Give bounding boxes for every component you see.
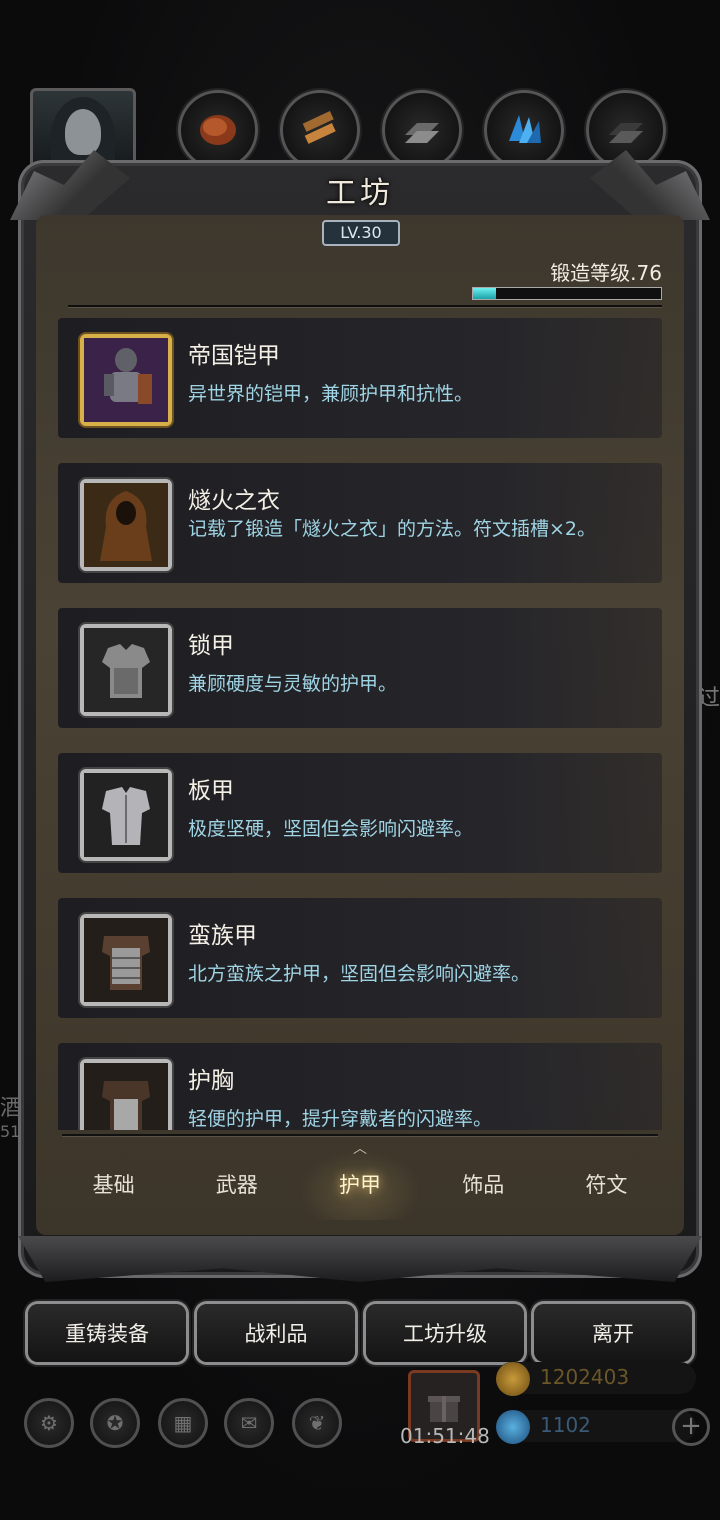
forge-level-label: 锻造等级.76 xyxy=(550,261,662,285)
face-shape xyxy=(65,109,101,155)
add-gems-button[interactable]: + xyxy=(672,1408,710,1446)
ember-robe-icon xyxy=(84,483,168,567)
category-tab-leather[interactable] xyxy=(178,90,258,170)
divider xyxy=(68,305,662,307)
loot-button[interactable]: 战利品 xyxy=(197,1304,355,1362)
item-icon-frame xyxy=(80,769,172,861)
gold-counter: 1202403 xyxy=(496,1362,696,1396)
list-item[interactable]: 板甲 极度坚硬，坚固但会影响闪避率。 xyxy=(58,753,662,873)
wing-icon[interactable]: ❦ xyxy=(292,1398,342,1448)
item-description: 记载了锻造「燧火之衣」的方法。符文插槽×2。 xyxy=(188,518,597,540)
chevron-up-icon: ︿ xyxy=(353,1141,367,1157)
item-name: 板甲 xyxy=(188,778,234,804)
forge-progress-bar xyxy=(472,287,662,300)
plate-armor-icon xyxy=(84,773,168,857)
level-badge: LV.30 xyxy=(322,220,400,246)
frame-ornament-bottom xyxy=(18,1236,702,1282)
item-name: 锁甲 xyxy=(188,633,234,659)
tab-rune[interactable]: 符文 xyxy=(545,1150,668,1220)
iron-ingot-icon xyxy=(405,123,439,143)
wood-planks-icon xyxy=(302,111,336,144)
item-icon-frame xyxy=(80,1059,172,1130)
item-name: 帝国铠甲 xyxy=(188,343,280,369)
leave-button[interactable]: 离开 xyxy=(534,1304,692,1362)
chain-mail-icon xyxy=(84,628,168,712)
list-item[interactable]: 锁甲 兼顾硬度与灵敏的护甲。 xyxy=(58,608,662,728)
tab-accessory[interactable]: 饰品 xyxy=(422,1150,545,1220)
tab-weapon[interactable]: 武器 xyxy=(175,1150,298,1220)
item-description: 异世界的铠甲，兼顾护甲和抗性。 xyxy=(188,383,474,405)
recipe-list[interactable]: 帝国铠甲 异世界的铠甲，兼顾护甲和抗性。 燧火之衣 记载了锻造「燧火之衣」的方法… xyxy=(58,318,662,1130)
page-title: 工坊 xyxy=(326,176,394,211)
workshop-upgrade-button[interactable]: 工坊升级 xyxy=(366,1304,524,1362)
item-description: 北方蛮族之护甲，坚固但会影响闪避率。 xyxy=(188,963,531,985)
gift-timer: 01:51:48 xyxy=(400,1424,490,1448)
reforge-button[interactable]: 重铸装备 xyxy=(28,1304,186,1362)
gem-counter: 1102 xyxy=(496,1410,696,1444)
dark-ingot-icon xyxy=(609,123,643,143)
list-item[interactable]: 蛮族甲 北方蛮族之护甲，坚固但会影响闪避率。 xyxy=(58,898,662,1018)
tavern-icon[interactable]: ▦ xyxy=(158,1398,208,1448)
forge-progress-fill xyxy=(473,288,496,299)
blue-crystal-icon xyxy=(509,115,541,143)
list-item[interactable]: 护胸 轻便的护甲，提升穿戴者的闪避率。 xyxy=(58,1043,662,1130)
item-description: 轻便的护甲，提升穿戴者的闪避率。 xyxy=(188,1108,493,1130)
item-icon-frame xyxy=(80,479,172,571)
item-icon-frame xyxy=(80,334,172,426)
list-item[interactable]: 燧火之衣 记载了锻造「燧火之衣」的方法。符文插槽×2。 xyxy=(58,463,662,583)
settings-icon[interactable]: ⚙ xyxy=(24,1398,74,1448)
equipment-tabs: 基础 武器 护甲 饰品 符文 xyxy=(52,1150,668,1220)
tab-armor[interactable]: 护甲 xyxy=(298,1150,422,1220)
category-tab-wood[interactable] xyxy=(280,90,360,170)
category-tab-crystal[interactable] xyxy=(484,90,564,170)
divider xyxy=(62,1134,658,1136)
list-item[interactable]: 帝国铠甲 异世界的铠甲，兼顾护甲和抗性。 xyxy=(58,318,662,438)
item-description: 极度坚硬，坚固但会影响闪避率。 xyxy=(188,818,474,840)
mail-icon[interactable]: ✉ xyxy=(224,1398,274,1448)
item-name: 蛮族甲 xyxy=(188,923,257,949)
item-description: 兼顾硬度与灵敏的护甲。 xyxy=(188,673,398,695)
category-tab-iron[interactable] xyxy=(382,90,462,170)
barbarian-armor-icon xyxy=(84,918,168,1002)
breastplate-icon xyxy=(84,1063,168,1130)
leather-icon xyxy=(200,115,236,145)
imperial-armor-icon xyxy=(84,338,168,422)
item-name: 护胸 xyxy=(188,1068,234,1094)
item-name: 燧火之衣 xyxy=(188,488,280,514)
gold-coin-icon xyxy=(496,1362,530,1396)
tab-basic[interactable]: 基础 xyxy=(52,1150,175,1220)
item-icon-frame xyxy=(80,624,172,716)
compass-icon[interactable]: ✪ xyxy=(90,1398,140,1448)
item-icon-frame xyxy=(80,914,172,1006)
gem-icon xyxy=(496,1410,530,1444)
